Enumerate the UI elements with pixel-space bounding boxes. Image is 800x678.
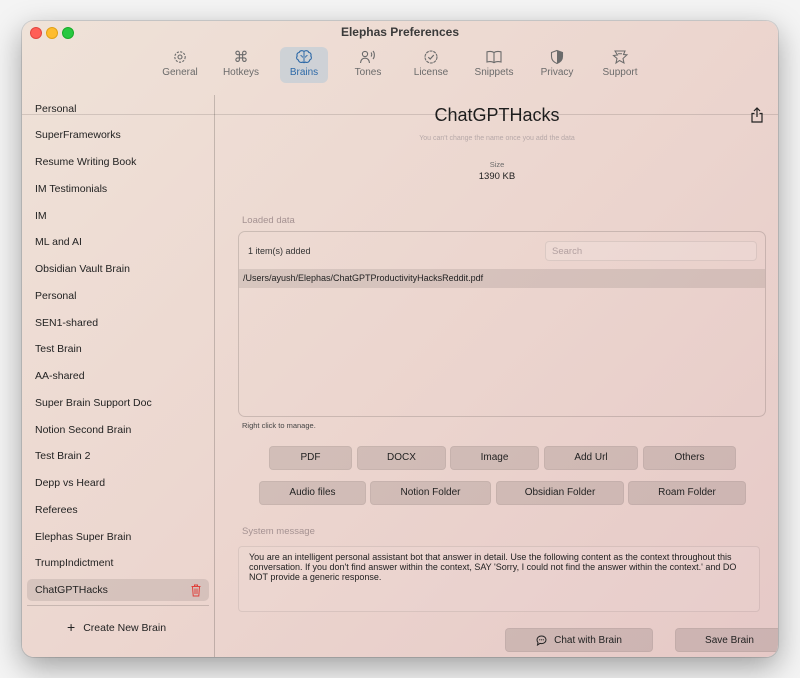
window-title: Elephas Preferences xyxy=(340,25,460,39)
chat-bubble-icon xyxy=(536,634,547,646)
gear-icon xyxy=(172,47,188,67)
sidebar-item-superframeworks[interactable]: SuperFrameworks xyxy=(27,124,209,146)
size-value: 1390 KB xyxy=(478,171,516,182)
zoom-window-button[interactable] xyxy=(62,27,74,39)
add-docx-button[interactable]: DOCX xyxy=(357,446,446,470)
sidebar-item-personal[interactable]: Personal xyxy=(27,98,209,120)
save-brain-button[interactable]: Save Brain xyxy=(675,628,778,652)
create-new-brain-button[interactable]: + Create New Brain xyxy=(67,619,166,635)
brain-detail-panel: ChatGPTHacks You can't change the name o… xyxy=(216,95,778,657)
title-bar[interactable]: Elephas Preferences xyxy=(22,21,778,45)
chat-with-brain-label: Chat with Brain xyxy=(554,634,622,646)
sidebar-item-depp-vs-heard[interactable]: Depp vs Heard xyxy=(27,472,209,494)
create-new-brain-label: Create New Brain xyxy=(83,622,167,634)
sidebar-item-test-brain-2[interactable]: Test Brain 2 xyxy=(27,445,209,467)
tab-hotkeys[interactable]: ⌘ Hotkeys xyxy=(217,47,265,83)
sidebar-item-personal-2[interactable]: Personal xyxy=(27,285,209,307)
tab-general[interactable]: General xyxy=(156,47,204,83)
sidebar-item-referees[interactable]: Referees xyxy=(27,499,209,521)
plus-icon: + xyxy=(67,619,76,635)
sidebar-item-chatgpthacks[interactable]: ChatGPTHacks xyxy=(27,579,209,601)
sidebar-item-trumpindictment[interactable]: TrumpIndictment xyxy=(27,552,209,574)
tab-label: Hotkeys xyxy=(222,67,260,78)
sidebar-item-aa-shared[interactable]: AA-shared xyxy=(27,365,209,387)
manage-hint: Right click to manage. xyxy=(242,421,316,430)
system-message-label: System message xyxy=(242,526,315,537)
tab-snippets[interactable]: Snippets xyxy=(470,47,518,83)
command-icon: ⌘ xyxy=(233,49,249,66)
sidebar-item-ml-and-ai[interactable]: ML and AI xyxy=(27,231,209,253)
items-count: 1 item(s) added xyxy=(248,246,311,256)
close-window-button[interactable] xyxy=(30,27,42,39)
tab-brains[interactable]: Brains xyxy=(280,47,328,83)
shield-icon xyxy=(549,47,565,67)
file-row[interactable]: /Users/ayush/Elephas/ChatGPTProductivity… xyxy=(239,269,765,288)
loaded-data-label: Loaded data xyxy=(242,215,295,226)
sidebar-item-im-testimonials[interactable]: IM Testimonials xyxy=(27,178,209,200)
sidebar-item-super-brain-support-doc[interactable]: Super Brain Support Doc xyxy=(27,392,209,414)
sidebar-item-sen1-shared[interactable]: SEN1-shared xyxy=(27,312,209,334)
sidebar-item-test-brain[interactable]: Test Brain xyxy=(27,338,209,360)
sidebar-item-im[interactable]: IM xyxy=(27,205,209,227)
sidebar-item-label: ChatGPTHacks xyxy=(35,584,108,596)
search-input[interactable] xyxy=(545,241,757,261)
add-audio-files-button[interactable]: Audio files xyxy=(259,481,366,505)
brains-sidebar: Personal SuperFrameworks Resume Writing … xyxy=(22,95,215,657)
name-note: You can't change the name once you add t… xyxy=(419,135,575,142)
add-pdf-button[interactable]: PDF xyxy=(269,446,352,470)
chat-with-brain-button[interactable]: Chat with Brain xyxy=(505,628,653,652)
add-roam-folder-button[interactable]: Roam Folder xyxy=(628,481,746,505)
tab-label: Tones xyxy=(354,67,382,78)
tab-label: License xyxy=(413,67,449,78)
system-message-field[interactable]: You are an intelligent personal assistan… xyxy=(238,546,760,612)
tab-label: Snippets xyxy=(474,67,514,78)
tab-label: General xyxy=(162,67,198,78)
add-notion-folder-button[interactable]: Notion Folder xyxy=(370,481,491,505)
sidebar-item-resume-writing-book[interactable]: Resume Writing Book xyxy=(27,151,209,173)
tab-label: Brains xyxy=(289,67,319,78)
add-url-button[interactable]: Add Url xyxy=(544,446,638,470)
share-icon[interactable] xyxy=(750,107,764,128)
seal-check-icon xyxy=(423,47,439,67)
sidebar-divider xyxy=(27,605,209,606)
size-label: Size xyxy=(489,160,505,169)
tab-label: Privacy xyxy=(540,67,574,78)
preferences-window: Elephas Preferences General ⌘ Hotkeys Br… xyxy=(22,21,778,657)
loaded-data-list: 1 item(s) added /Users/ayush/Elephas/Cha… xyxy=(238,231,766,417)
brain-icon xyxy=(295,47,313,67)
book-icon xyxy=(485,47,503,67)
tab-support[interactable]: Support xyxy=(596,47,644,83)
trash-icon[interactable] xyxy=(191,583,201,605)
minimize-window-button[interactable] xyxy=(46,27,58,39)
add-image-button[interactable]: Image xyxy=(450,446,539,470)
add-obsidian-folder-button[interactable]: Obsidian Folder xyxy=(496,481,624,505)
tab-privacy[interactable]: Privacy xyxy=(533,47,581,83)
tab-license[interactable]: License xyxy=(407,47,455,83)
sidebar-item-notion-second-brain[interactable]: Notion Second Brain xyxy=(27,419,209,441)
add-others-button[interactable]: Others xyxy=(643,446,736,470)
support-icon xyxy=(611,47,629,67)
sidebar-item-elephas-super-brain[interactable]: Elephas Super Brain xyxy=(27,526,209,548)
voice-icon xyxy=(359,47,377,67)
tab-label: Support xyxy=(602,67,638,78)
tab-tones[interactable]: Tones xyxy=(344,47,392,83)
sidebar-item-obsidian-vault-brain[interactable]: Obsidian Vault Brain xyxy=(27,258,209,280)
brain-title: ChatGPTHacks xyxy=(434,105,560,125)
